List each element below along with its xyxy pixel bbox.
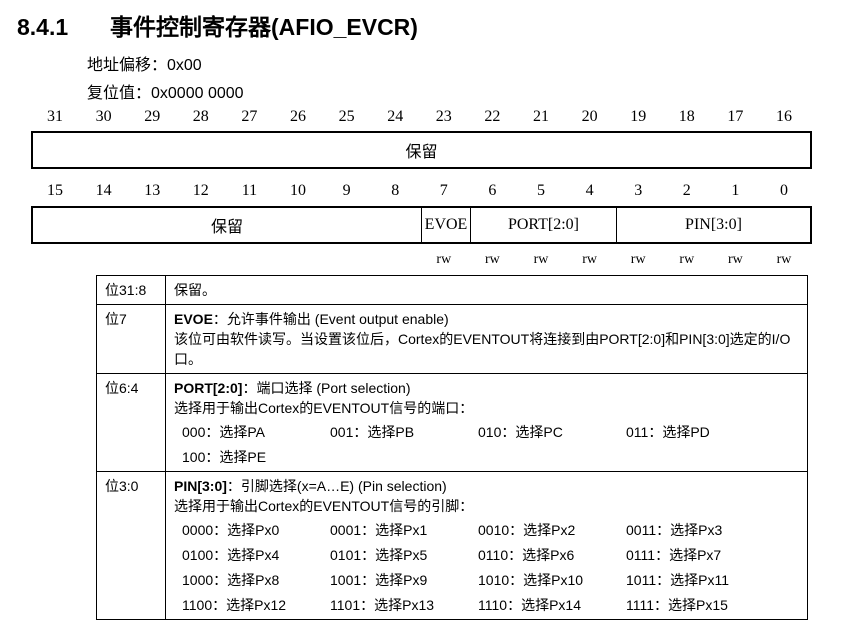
bit-number: 30 bbox=[95, 108, 112, 125]
field-summary: ：引脚选择(x=A…E) (Pin selection) bbox=[226, 478, 447, 494]
bit-position: 位31:8 bbox=[96, 275, 166, 305]
option-item: 000：选择PA bbox=[182, 424, 265, 440]
field-detail: 选择用于输出Cortex的EVENTOUT信号的引脚： bbox=[174, 498, 474, 514]
section-number: 8.4.1 bbox=[17, 14, 69, 40]
bit-number: 31 bbox=[47, 108, 63, 125]
bit-number: 12 bbox=[192, 182, 209, 199]
bit-description: 保留。 bbox=[165, 275, 808, 305]
bit-number: 4 bbox=[585, 182, 594, 199]
register-lower-half: 保留 EVOE PORT[2:0] PIN[3:0] bbox=[31, 206, 812, 244]
bit-position: 位7 bbox=[96, 304, 166, 374]
upper-bit-numbers: 31 30 29 28 27 26 25 24 23 22 21 20 19 18 17 16 bbox=[31, 108, 809, 128]
access-label: rw bbox=[728, 252, 743, 267]
bit-number: 8 bbox=[391, 182, 400, 199]
option-item: 0111：选择Px7 bbox=[626, 547, 722, 563]
bit-number: 1 bbox=[731, 182, 740, 199]
option-item: 1010：选择Px10 bbox=[478, 572, 584, 588]
field-detail: 该位可由软件读写。当设置该位后，Cortex的EVENTOUT将连接到由PORT… bbox=[174, 331, 791, 367]
option-item: 100：选择PE bbox=[182, 449, 267, 465]
bit-description: EVOE：允许事件输出 (Event output enable) 该位可由软件… bbox=[165, 304, 808, 374]
field-name: PIN[3:0] bbox=[174, 478, 227, 494]
field-name: EVOE bbox=[174, 311, 213, 327]
option-item: 0010：选择Px2 bbox=[478, 522, 576, 538]
bit-number: 18 bbox=[678, 108, 695, 125]
bit-number: 29 bbox=[144, 108, 161, 125]
bit-number: 13 bbox=[144, 182, 161, 199]
bit-number: 9 bbox=[342, 182, 351, 199]
bit-number: 20 bbox=[581, 108, 598, 125]
option-item: 1011：选择Px11 bbox=[626, 572, 729, 588]
field-summary: ：端口选择 (Port selection) bbox=[242, 380, 411, 396]
field-port: PORT[2:0] bbox=[471, 208, 617, 242]
bit-number: 2 bbox=[682, 182, 691, 199]
section-name: 事件控制寄存器(AFIO_EVCR) bbox=[110, 14, 418, 40]
bit-position: 位6:4 bbox=[96, 373, 166, 472]
bit-position: 位3:0 bbox=[96, 471, 166, 620]
option-item: 1100：选择Px12 bbox=[182, 597, 287, 613]
access-label: rw bbox=[679, 252, 695, 267]
bit-description-table: 位31:8 保留。 位7 EVOE：允许事件输出 (Event output e… bbox=[96, 275, 808, 620]
bit-description: PIN[3:0]：引脚选择(x=A…E) (Pin selection) 选择用… bbox=[165, 471, 808, 620]
bit-number: 28 bbox=[192, 108, 209, 125]
table-row: 位6:4 PORT[2:0]：端口选择 (Port selection) 选择用… bbox=[96, 373, 808, 472]
bit-number: 10 bbox=[290, 182, 306, 199]
section-title: 8.4.1 事件控制寄存器(AFIO_EVCR) bbox=[17, 8, 418, 42]
access-label: rw bbox=[776, 252, 792, 267]
table-row: 位7 EVOE：允许事件输出 (Event output enable) 该位可… bbox=[96, 304, 808, 374]
bit-number: 24 bbox=[387, 108, 404, 125]
bit-description: PORT[2:0]：端口选择 (Port selection) 选择用于输出Co… bbox=[165, 373, 808, 472]
bit-number: 3 bbox=[634, 182, 643, 199]
option-item: 0100：选择Px4 bbox=[182, 547, 280, 563]
option-item: 0001：选择Px1 bbox=[330, 522, 428, 538]
bit-number: 26 bbox=[290, 108, 306, 125]
option-item: 0110：选择Px6 bbox=[478, 547, 575, 563]
address-offset: 地址偏移：0x00 bbox=[87, 57, 202, 74]
bit-number: 5 bbox=[537, 182, 545, 199]
field-detail: 选择用于输出Cortex的EVENTOUT信号的端口： bbox=[174, 400, 474, 416]
option-item: 011：选择PD bbox=[626, 424, 710, 440]
bit-number: 6 bbox=[488, 182, 497, 199]
option-item: 0011：选择Px3 bbox=[626, 522, 723, 538]
option-item: 001：选择PB bbox=[330, 424, 415, 440]
table-row: 位31:8 保留。 bbox=[96, 275, 808, 305]
option-item: 1101：选择Px13 bbox=[330, 597, 435, 613]
access-label: rw bbox=[582, 252, 597, 267]
bit-number: 19 bbox=[630, 108, 647, 125]
option-grid: 000：选择PA 001：选择PB 010：选择PC 011：选择PD 100：选择PE bbox=[174, 422, 799, 467]
option-item: 1001：选择Px9 bbox=[330, 572, 428, 588]
field-reserved-upper: 保留 bbox=[405, 144, 438, 161]
bit-number: 15 bbox=[47, 182, 63, 199]
bit-number: 27 bbox=[241, 108, 258, 125]
option-item: 010：选择PC bbox=[478, 424, 563, 440]
bit-number: 0 bbox=[780, 182, 788, 199]
option-item: 1111：选择Px15 bbox=[626, 597, 728, 613]
option-grid: 0000：选择Px0 0001：选择Px1 0010：选择Px2 0011：选择Px3… bbox=[174, 520, 799, 615]
lower-bit-numbers: 15 14 13 12 11 10 9 8 7 6 5 4 3 2 1 0 bbox=[31, 182, 809, 202]
bit-number: 14 bbox=[95, 182, 112, 199]
bit-number: 23 bbox=[435, 108, 452, 125]
bit-number: 11 bbox=[241, 182, 258, 199]
field-reserved-lower: 保留 bbox=[33, 208, 422, 242]
option-item: 0101：选择Px5 bbox=[330, 547, 428, 563]
option-item: 0000：选择Px0 bbox=[182, 522, 280, 538]
access-label: rw bbox=[485, 252, 500, 267]
bit-number: 16 bbox=[776, 108, 792, 125]
field-pin: PIN[3:0] bbox=[685, 216, 742, 233]
register-upper-half: 保留 bbox=[31, 131, 812, 169]
bit-number: 21 bbox=[533, 108, 549, 125]
bit-number: 17 bbox=[727, 108, 744, 125]
field-summary: ：允许事件输出 (Event output enable) bbox=[212, 311, 449, 327]
option-item: 1110：选择Px14 bbox=[478, 597, 581, 613]
access-label: rw bbox=[436, 252, 452, 267]
field-evoe: EVOE bbox=[422, 208, 471, 242]
bit-number: 7 bbox=[439, 182, 448, 199]
access-label: rw bbox=[533, 252, 549, 267]
table-row: 位3:0 PIN[3:0]：引脚选择(x=A…E) (Pin selection… bbox=[96, 471, 808, 620]
bit-number: 25 bbox=[338, 108, 355, 125]
reset-value: 复位值：0x0000 0000 bbox=[87, 85, 244, 102]
field-name: PORT[2:0] bbox=[174, 380, 243, 396]
bit-number: 22 bbox=[484, 108, 501, 125]
option-item: 1000：选择Px8 bbox=[182, 572, 280, 588]
access-label: rw bbox=[630, 252, 646, 267]
